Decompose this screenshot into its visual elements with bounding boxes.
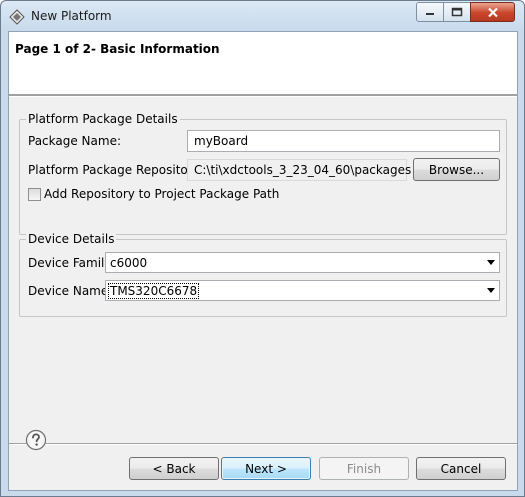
cancel-button[interactable]: Cancel <box>416 457 506 480</box>
device-family-dropdown[interactable]: c6000 <box>105 252 500 273</box>
finish-button[interactable]: Finish <box>319 457 409 480</box>
device-name-dropdown[interactable]: TMS320C6678 <box>105 280 500 301</box>
repository-path-field: C:\ti\xdctools_3_23_04_60\packages <box>187 159 411 181</box>
add-repository-label[interactable]: Add Repository to Project Package Path <box>44 187 279 201</box>
app-icon <box>9 9 25 25</box>
dialog-body: Page 1 of 2- Basic Information Platform … <box>8 31 518 491</box>
platform-package-group-label: Platform Package Details <box>26 112 180 126</box>
add-repository-checkbox[interactable] <box>28 188 41 201</box>
device-name-value: TMS320C6678 <box>108 283 200 299</box>
page-title: Page 1 of 2- Basic Information <box>15 42 220 56</box>
device-family-label: Device Family <box>28 256 112 270</box>
cancel-button-label: Cancel <box>440 461 482 476</box>
finish-button-label: Finish <box>346 461 382 476</box>
back-button[interactable]: < Back <box>129 457 219 480</box>
close-icon <box>487 7 498 17</box>
footer-separator <box>9 443 517 445</box>
chevron-down-icon <box>482 281 499 300</box>
device-family-value: c6000 <box>110 256 148 270</box>
minimize-icon <box>426 13 434 15</box>
back-button-label: < Back <box>152 461 196 476</box>
window-title: New Platform <box>31 9 112 23</box>
title-bar[interactable]: New Platform <box>1 1 524 31</box>
device-details-group-label: Device Details <box>26 232 117 246</box>
minimize-button[interactable] <box>416 2 444 22</box>
browse-button[interactable]: Browse... <box>413 158 500 181</box>
package-name-input[interactable] <box>187 130 500 152</box>
wizard-banner: Page 1 of 2- Basic Information <box>9 32 517 95</box>
banner-separator <box>9 95 517 97</box>
chevron-down-icon <box>482 253 499 272</box>
close-button[interactable] <box>470 2 515 22</box>
repository-label: Platform Package Repository: <box>28 163 203 177</box>
next-button[interactable]: Next > <box>221 457 311 480</box>
device-details-group: Device Details <box>19 232 507 317</box>
device-name-label: Device Name <box>28 284 109 298</box>
help-icon[interactable] <box>25 429 47 451</box>
next-button-label: Next > <box>245 461 287 476</box>
maximize-icon <box>451 7 463 17</box>
maximize-button[interactable] <box>443 2 471 22</box>
new-platform-window: New Platform Page 1 of 2- Basic Informat… <box>0 0 525 497</box>
package-name-label: Package Name: <box>28 134 121 148</box>
